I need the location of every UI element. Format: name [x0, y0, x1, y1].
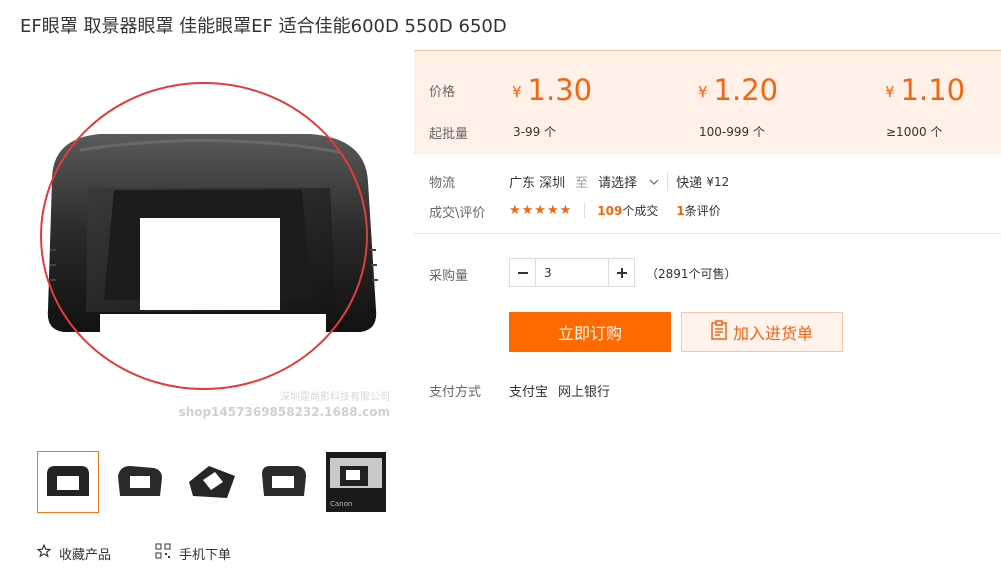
- svg-text:Canon: Canon: [330, 500, 352, 508]
- price-tier-1-value: 1.30: [527, 73, 593, 107]
- thumbnail-eyecup-side[interactable]: [253, 451, 315, 513]
- bottom-actions: 收藏产品 手机下单: [36, 543, 231, 563]
- review-suffix: 条评价: [684, 204, 721, 218]
- increase-quantity-button[interactable]: [608, 259, 634, 286]
- quantity-input[interactable]: [536, 259, 608, 286]
- deals-suffix: 个成交: [622, 204, 659, 218]
- origin-location: 广东 深圳: [509, 176, 566, 191]
- currency-symbol: ¥: [885, 83, 895, 101]
- main-product-image: 深圳霆尚影科技有限公司 shop1457369858232.1688.com: [30, 60, 400, 440]
- qty-range-tier-3: ≥1000 个: [886, 125, 943, 139]
- review-number: 1: [676, 204, 685, 218]
- deals-count[interactable]: 109个成交: [597, 202, 676, 219]
- thumbnail-camera-mounted[interactable]: Canon: [325, 451, 387, 513]
- plus-icon: [616, 267, 627, 278]
- minus-icon: [517, 271, 528, 274]
- watermark-url: shop1457369858232.1688.com: [178, 405, 390, 419]
- favorite-button[interactable]: 收藏产品: [36, 543, 112, 563]
- thumbnail-eyecup-front[interactable]: [37, 451, 99, 513]
- price-tier-2: ¥1.20: [698, 73, 778, 112]
- thumbnail-eyecup-angle[interactable]: [109, 451, 171, 513]
- add-to-list-label: 加入进货单: [732, 324, 813, 343]
- destination-value: 请选择: [598, 176, 638, 191]
- mobile-order-button[interactable]: 手机下单: [155, 543, 231, 563]
- clipboard-icon: [711, 320, 727, 344]
- reviews-row: ★★★★★ 109个成交 1条评价: [509, 202, 721, 219]
- star-outline-icon: [36, 543, 52, 562]
- shipping-method: 快递: [676, 176, 703, 191]
- logistics-label: 物流: [429, 176, 456, 191]
- quantity-stepper: [509, 258, 635, 287]
- rating-stars: ★★★★★: [509, 203, 586, 218]
- quantity-label: 采购量: [429, 269, 469, 284]
- qty-range-tier-2: 100-999 个: [699, 125, 765, 139]
- buy-now-button[interactable]: 立即订购: [509, 312, 671, 352]
- payment-method-online-bank: 网上银行: [558, 385, 611, 400]
- mobile-order-label: 手机下单: [179, 547, 232, 563]
- review-count[interactable]: 1条评价: [676, 202, 720, 219]
- watermark-company: 深圳霆尚影科技有限公司: [280, 392, 390, 403]
- payment-label: 支付方式: [429, 385, 482, 400]
- price-label: 价格: [429, 85, 456, 100]
- payment-method-alipay: 支付宝: [509, 385, 549, 400]
- chevron-down-icon: [649, 174, 659, 189]
- qr-code-icon: [155, 543, 171, 563]
- section-divider: [414, 233, 1001, 234]
- price-tier-2-value: 1.20: [713, 73, 779, 107]
- price-tier-3-value: 1.10: [900, 73, 966, 107]
- qty-range-tier-1: 3-99 个: [513, 125, 557, 139]
- product-title: EF眼罩 取景器眼罩 佳能眼罩EF 适合佳能600D 550D 650D: [20, 16, 507, 37]
- moq-label: 起批量: [429, 127, 469, 142]
- deals-number: 109: [597, 204, 623, 218]
- price-tier-1: ¥1.30: [512, 73, 592, 112]
- add-to-list-button[interactable]: 加入进货单: [681, 312, 843, 352]
- currency-symbol: ¥: [698, 83, 708, 101]
- currency-symbol: ¥: [512, 83, 522, 101]
- decrease-quantity-button[interactable]: [510, 259, 536, 286]
- thumbnail-eyecup-tilted[interactable]: [181, 451, 243, 513]
- destination-select[interactable]: 请选择: [598, 172, 669, 191]
- thumbnail-strip: Canon: [37, 451, 387, 513]
- payment-methods: 支付宝 网上银行: [509, 381, 610, 400]
- logistics-row: 广东 深圳 至 请选择 快递 ¥12: [509, 172, 729, 191]
- shipping-fee: ¥12: [706, 174, 730, 189]
- price-panel: 价格 起批量 ¥1.30 ¥1.20 ¥1.10 3-99 个 100-999 …: [414, 50, 1001, 154]
- to-label: 至: [575, 176, 589, 191]
- stock-available: （2891个可售）: [646, 267, 737, 281]
- reviews-label: 成交\评价: [429, 206, 486, 221]
- eyecup-illustration: [40, 82, 378, 390]
- price-tier-3: ¥1.10: [885, 73, 965, 112]
- image-watermark: 深圳霆尚影科技有限公司 shop1457369858232.1688.com: [179, 390, 390, 420]
- favorite-label: 收藏产品: [59, 547, 112, 563]
